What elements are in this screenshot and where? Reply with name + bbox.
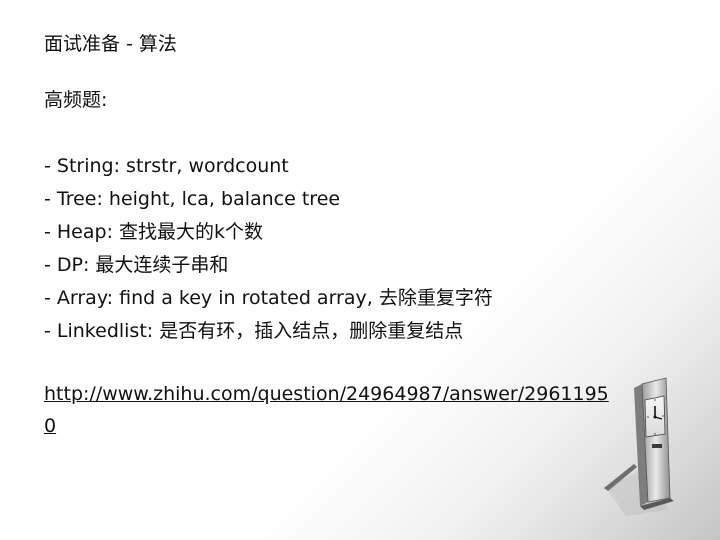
bullet-linkedlist: - Linkedlist: 是否有环，插入结点，删除重复结点 [44,320,464,342]
standing-clock-icon [604,377,674,516]
slide: 面试准备 - 算法 高频题: - String: strstr, wordcou… [0,0,720,540]
bullet-tree: - Tree: height, lca, balance tree [44,188,341,210]
bullet-list: - String: strstr, wordcount - Tree: heig… [44,150,644,348]
reference-link[interactable]: http://www.zhihu.com/question/24964987/a… [44,378,619,442]
slide-body: 高频题: - String: strstr, wordcount - Tree:… [44,84,644,442]
bullet-array: - Array: find a key in rotated array, 去除… [44,287,493,309]
section-heading: 高频题: [44,89,108,111]
bullet-heap: - Heap: 查找最大的k个数 [44,221,264,243]
bullet-dp: - DP: 最大连续子串和 [44,254,229,276]
slide-title: 面试准备 - 算法 [44,33,177,55]
bullet-string: - String: strstr, wordcount [44,155,289,177]
